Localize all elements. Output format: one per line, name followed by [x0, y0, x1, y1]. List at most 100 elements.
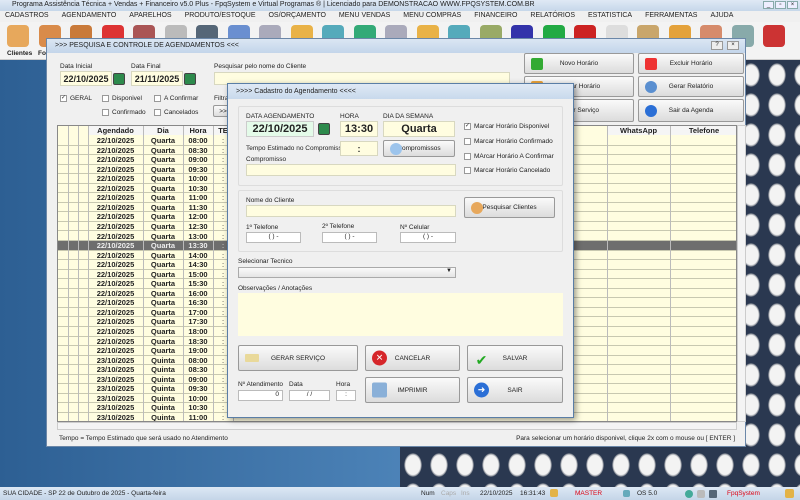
- menu-item[interactable]: FERRAMENTAS: [645, 12, 697, 21]
- a-confirmar-checkbox[interactable]: [154, 95, 161, 102]
- menu-item[interactable]: ESTATISTICA: [588, 12, 632, 21]
- table-cell: 13:30: [188, 241, 208, 251]
- tecnico-select[interactable]: ▼: [238, 267, 456, 278]
- menu-item[interactable]: PRODUTO/ESTOQUE: [185, 12, 256, 21]
- celular-input[interactable]: ( ) -: [400, 232, 456, 243]
- table-cell: Quarta: [150, 241, 176, 251]
- app-title-bar: Programa Assistência Técnica + Vendas + …: [0, 0, 800, 11]
- data-final-input[interactable]: 21/11/2025: [131, 71, 183, 86]
- db-icon: [623, 490, 630, 497]
- novo-horario-button[interactable]: Novo Horário: [524, 53, 634, 74]
- telefone1-input[interactable]: ( ) -: [246, 232, 301, 243]
- restore-button[interactable]: ▫: [775, 1, 786, 9]
- table-cell: 10:00: [188, 174, 208, 184]
- cancelados-checkbox[interactable]: [154, 109, 161, 116]
- table-cell: 23/10/2025: [96, 384, 135, 394]
- table-cell: 08:00: [188, 355, 208, 365]
- horizontal-scrollbar[interactable]: [57, 422, 737, 430]
- atendimento-input[interactable]: 0: [238, 390, 283, 401]
- calendar-icon[interactable]: [184, 73, 196, 85]
- table-cell: 10:30: [188, 183, 208, 193]
- column-divider: [670, 126, 671, 421]
- menu-item[interactable]: OS/ORÇAMENTO: [268, 12, 325, 21]
- menu-item[interactable]: AJUDA: [710, 12, 733, 21]
- data-agendamento-input[interactable]: 22/10/2025: [246, 121, 314, 137]
- toolbar-icon[interactable]: [7, 25, 29, 47]
- salvar-button[interactable]: ✔ SALVAR: [467, 345, 563, 371]
- compromisso-input[interactable]: [246, 164, 456, 176]
- vertical-scrollbar[interactable]: [737, 125, 746, 422]
- table-cell: Quinta: [151, 403, 175, 413]
- data-inicial-input[interactable]: 22/10/2025: [60, 71, 112, 86]
- toolbar-icon[interactable]: [763, 25, 785, 47]
- nome-cliente-input[interactable]: [246, 205, 456, 217]
- table-cell: 12:00: [188, 212, 208, 222]
- close-button[interactable]: ×: [787, 1, 798, 9]
- cancelado-check-label: Marcar Horário Cancelado: [474, 167, 551, 174]
- excluir-horario-label: Excluir Horário: [669, 60, 713, 67]
- menu-item[interactable]: RELATÓRIOS: [530, 12, 575, 21]
- hora-input[interactable]: 13:30: [340, 121, 378, 137]
- sair-agenda-button[interactable]: Sair da Agenda: [638, 99, 744, 122]
- menu-item[interactable]: CADASTROS: [5, 12, 49, 21]
- table-cell: Quarta: [150, 212, 176, 222]
- printer-icon: [645, 80, 657, 93]
- cadastro-agendamento-dialog: >>>> Cadastro do Agendamento <<<< DATA A…: [227, 83, 574, 418]
- table-cell: 22/10/2025: [96, 221, 135, 231]
- sair-button[interactable]: ➜ SAIR: [467, 377, 563, 403]
- menu-item[interactable]: MENU VENDAS: [339, 12, 390, 21]
- imprimir-button[interactable]: IMPRIMIR: [365, 377, 460, 403]
- geral-label: GERAL: [70, 95, 93, 102]
- disponivel-checkbox[interactable]: ✓: [464, 123, 471, 130]
- table-cell: Quarta: [150, 298, 176, 308]
- table-cell: 09:00: [188, 155, 208, 165]
- menu-bar: CADASTROS AGENDAMENTO APARELHOS PRODUTO/EST…: [0, 11, 800, 22]
- table-cell: 23/10/2025: [96, 403, 135, 413]
- table-cell: 22/10/2025: [96, 288, 135, 298]
- menu-item[interactable]: FINANCEIRO: [474, 12, 517, 21]
- compromissos-button[interactable]: Compromissos: [383, 140, 455, 157]
- observacoes-textarea[interactable]: [238, 293, 563, 336]
- minimize-button[interactable]: _: [763, 1, 774, 9]
- calendar-icon[interactable]: [113, 73, 125, 85]
- gerar-servico-dialog-button[interactable]: GERAR SERVIÇO: [238, 345, 358, 371]
- tempo-estimado-input[interactable]: :: [340, 141, 378, 156]
- column-divider: [183, 126, 184, 421]
- menu-item[interactable]: MENU COMPRAS: [403, 12, 461, 21]
- confirmado-checkbox[interactable]: [464, 138, 471, 145]
- col-agendado[interactable]: Agendado: [88, 126, 143, 135]
- pesquisar-clientes-button[interactable]: Pesquisar Clientes: [464, 197, 555, 218]
- table-cell: 22/10/2025: [96, 212, 135, 222]
- col-dia[interactable]: Dia: [143, 126, 183, 135]
- new-document-icon: [531, 57, 543, 70]
- geral-checkbox[interactable]: ✓: [60, 95, 67, 102]
- telefone2-input[interactable]: ( ) -: [322, 232, 377, 243]
- excluir-horario-button[interactable]: Excluir Horário: [638, 53, 744, 74]
- col-whatsapp[interactable]: WhatsApp: [607, 126, 670, 135]
- calendar-icon[interactable]: [318, 123, 330, 135]
- help-button[interactable]: ?: [711, 41, 723, 50]
- col-telefone[interactable]: Telefone: [670, 126, 736, 135]
- table-cell: 22/10/2025: [96, 260, 135, 270]
- a-confirmar-checkbox[interactable]: [464, 153, 471, 160]
- disponivel-checkbox[interactable]: [102, 95, 109, 102]
- window-title: >>> PESQUISA E CONTROLE DE AGENDAMENTOS …: [55, 42, 239, 49]
- cancelado-checkbox[interactable]: [464, 167, 471, 174]
- table-cell: 08:30: [188, 365, 208, 375]
- window-title-bar: >>> PESQUISA E CONTROLE DE AGENDAMENTOS …: [47, 39, 745, 53]
- gerar-relatorio-button[interactable]: Gerar Relatório: [638, 76, 744, 97]
- table-cell: 22/10/2025: [96, 346, 135, 356]
- table-cell: 22/10/2025: [96, 241, 135, 251]
- data-atendimento-input[interactable]: / /: [289, 390, 330, 401]
- menu-item[interactable]: AGENDAMENTO: [62, 12, 117, 21]
- confirmado-checkbox[interactable]: [102, 109, 109, 116]
- menu-item[interactable]: APARELHOS: [129, 12, 171, 21]
- table-cell: 11:00: [188, 412, 208, 422]
- cancelar-button[interactable]: ✕ CANCELAR: [365, 345, 460, 371]
- status-version: OS 5.0: [637, 490, 658, 497]
- table-cell: 22/10/2025: [96, 202, 135, 212]
- status-time: 16:31:43: [520, 490, 546, 497]
- hora-atendimento-input[interactable]: :: [336, 390, 356, 401]
- close-window-button[interactable]: ×: [727, 41, 739, 50]
- col-hora[interactable]: Hora: [183, 126, 213, 135]
